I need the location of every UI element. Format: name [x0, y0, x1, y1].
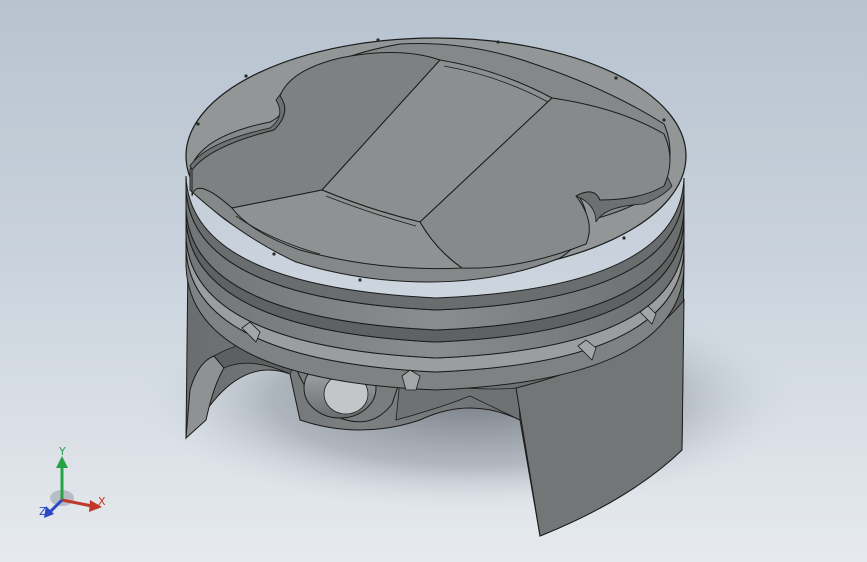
y-axis-label: Y — [59, 445, 66, 458]
x-axis-label: X — [98, 495, 106, 508]
z-axis-label: Z — [39, 505, 47, 518]
triad-graphic — [44, 456, 102, 518]
piston-model[interactable] — [0, 0, 867, 562]
coordinate-triad: Y X Z — [36, 446, 116, 526]
graphics-viewport[interactable]: Y X Z — [0, 0, 867, 562]
